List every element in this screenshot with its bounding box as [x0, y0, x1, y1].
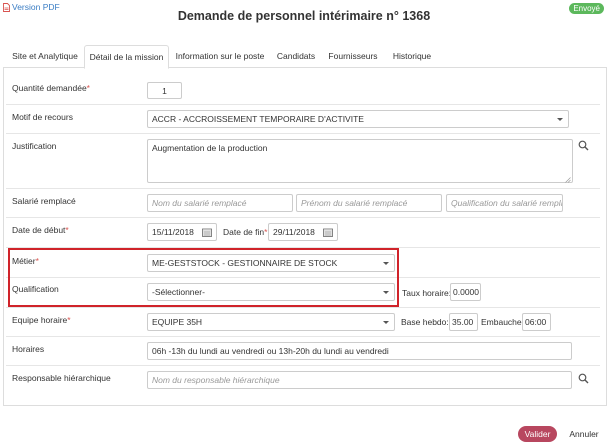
salarie-qualification-input[interactable]: Qualification du salarié remplac: [446, 194, 563, 212]
valider-button[interactable]: Valider: [518, 426, 557, 442]
horaires-input[interactable]: 06h -13h du lundi au vendredi ou 13h-20h…: [147, 342, 572, 360]
page-header: Version PDF Demande de personnel intérim…: [0, 0, 608, 40]
annuler-button[interactable]: Annuler: [564, 426, 604, 442]
quantite-label: Quantité demandée*: [12, 83, 90, 93]
row-divider: [6, 217, 600, 218]
salarie-label: Salarié remplacé: [12, 196, 76, 206]
search-icon[interactable]: [578, 140, 590, 152]
equipe-horaire-label: Equipe horaire*: [12, 315, 71, 325]
resize-grip-icon[interactable]: [565, 175, 571, 183]
justification-label: Justification: [12, 141, 57, 151]
date-fin-label: Date de fin*: [223, 227, 268, 237]
page-title: Demande de personnel intérimaire n° 1368: [177, 9, 431, 23]
row-divider: [6, 188, 600, 189]
date-debut-input[interactable]: 15/11/2018: [147, 223, 217, 241]
base-hebdo-label: Base hebdo:: [401, 317, 449, 327]
tab-site-analytique[interactable]: Site et Analytique: [6, 45, 84, 68]
chevron-down-icon: [557, 118, 563, 121]
horaires-label: Horaires: [12, 344, 45, 354]
tab-historique[interactable]: Historique: [385, 45, 439, 68]
highlight-box: [8, 248, 399, 307]
salarie-nom-input[interactable]: Nom du salarié remplacé: [147, 194, 293, 212]
taux-horaire-label: Taux horaire:: [402, 288, 452, 298]
tab-information-poste[interactable]: Information sur le poste: [171, 45, 269, 68]
form-footer: Valider Annuler: [0, 416, 608, 446]
justification-value: Augmentation de la production: [152, 143, 268, 153]
tab-fournisseurs[interactable]: Fournisseurs: [324, 45, 382, 68]
calendar-icon[interactable]: [323, 228, 333, 237]
justification-textarea[interactable]: Augmentation de la production: [147, 139, 573, 183]
date-debut-label: Date de début*: [12, 225, 69, 235]
responsable-label: Responsable hiérarchique: [12, 373, 111, 383]
row-divider: [6, 336, 600, 337]
motif-value: ACCR - ACCROISSEMENT TEMPORAIRE D'ACTIVI…: [152, 114, 364, 124]
embauche-label: Embauche:: [481, 317, 524, 327]
status-badge: Envoyé: [569, 3, 604, 14]
quantite-input[interactable]: 1: [147, 82, 182, 99]
tab-detail-mission[interactable]: Détail de la mission: [84, 45, 169, 69]
search-icon[interactable]: [578, 373, 590, 385]
salarie-prenom-input[interactable]: Prénom du salarié remplacé: [296, 194, 442, 212]
date-debut-value: 15/11/2018: [152, 227, 194, 237]
equipe-horaire-value: EQUIPE 35H: [152, 317, 203, 327]
date-fin-input[interactable]: 29/11/2018: [268, 223, 338, 241]
calendar-icon[interactable]: [202, 228, 212, 237]
embauche-input[interactable]: 06:00: [522, 313, 551, 331]
tab-bar: Site et Analytique Détail de la mission …: [3, 45, 607, 69]
base-hebdo-input[interactable]: 35.00: [449, 313, 478, 331]
row-divider: [6, 365, 600, 366]
motif-select[interactable]: ACCR - ACCROISSEMENT TEMPORAIRE D'ACTIVI…: [147, 110, 569, 128]
equipe-horaire-select[interactable]: EQUIPE 35H: [147, 313, 395, 331]
motif-label: Motif de recours: [12, 112, 73, 122]
row-divider: [6, 104, 600, 105]
row-divider: [6, 133, 600, 134]
tab-candidats[interactable]: Candidats: [271, 45, 321, 68]
taux-horaire-input[interactable]: 0.0000: [450, 283, 481, 301]
row-divider: [6, 307, 600, 308]
responsable-input[interactable]: Nom du responsable hiérarchique: [147, 371, 572, 389]
date-fin-value: 29/11/2018: [273, 227, 315, 237]
chevron-down-icon: [383, 321, 389, 324]
